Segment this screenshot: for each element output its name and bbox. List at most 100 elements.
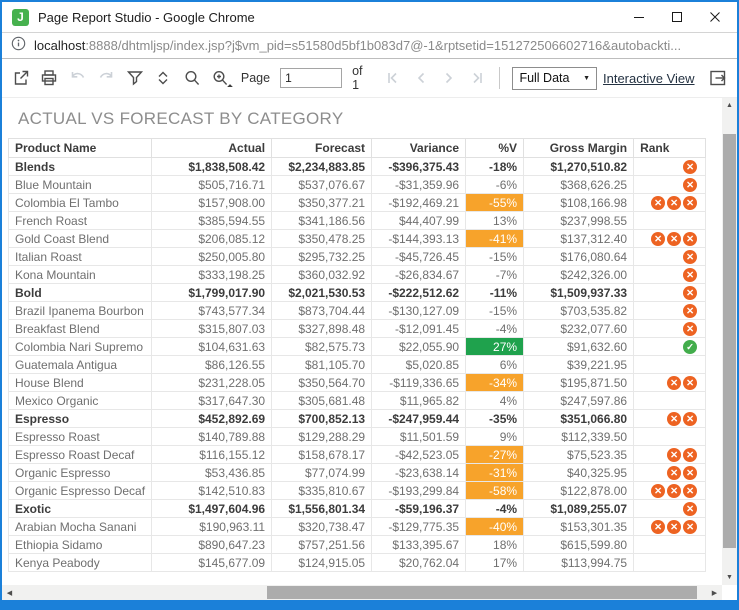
- cell-gross-margin: $113,994.75: [524, 554, 634, 572]
- rank-x-icon: ✕: [683, 304, 697, 318]
- scroll-left-arrow-icon[interactable]: ◀: [2, 585, 17, 600]
- cell-variance: -$144,393.13: [372, 230, 466, 248]
- table-row: Guatemala Antigua$86,126.55$81,105.70$5,…: [9, 356, 706, 374]
- close-button[interactable]: [709, 11, 721, 23]
- last-page-button[interactable]: [465, 65, 490, 91]
- cell-pct-v: -6%: [466, 176, 524, 194]
- url-text[interactable]: localhost:8888/dhtmljsp/index.jsp?j$vm_p…: [34, 38, 681, 53]
- report-title: ACTUAL VS FORECAST BY CATEGORY: [18, 109, 737, 129]
- cell-variance: -$192,469.21: [372, 194, 466, 212]
- page-number-input[interactable]: [280, 68, 342, 88]
- scroll-right-arrow-icon[interactable]: ▶: [707, 585, 722, 600]
- cell-product-name: Espresso Roast: [9, 428, 152, 446]
- column-header-variance[interactable]: Variance: [372, 139, 466, 158]
- table-row: Colombia El Tambo$157,908.00$350,377.21-…: [9, 194, 706, 212]
- cell-gross-margin: $40,325.95: [524, 464, 634, 482]
- undo-button[interactable]: [65, 65, 90, 91]
- cell-forecast: $757,251.56: [272, 536, 372, 554]
- column-header-actual[interactable]: Actual: [152, 139, 272, 158]
- rank-x-icon: ✕: [683, 286, 697, 300]
- cell-rank: ✕✕✕: [634, 518, 706, 536]
- cell-forecast: $158,678.17: [272, 446, 372, 464]
- cell-forecast: $350,564.70: [272, 374, 372, 392]
- cell-forecast: $537,076.67: [272, 176, 372, 194]
- cell-rank: ✕: [634, 266, 706, 284]
- zoom-button[interactable]: [207, 65, 232, 91]
- view-mode-select[interactable]: Full Data ▼: [512, 67, 597, 90]
- info-icon[interactable]: [11, 36, 26, 56]
- category-row: Blends$1,838,508.42$2,234,883.85-$396,37…: [9, 158, 706, 176]
- cell-actual: $452,892.69: [152, 410, 272, 428]
- cell-variance: -$396,375.43: [372, 158, 466, 176]
- cell-variance: -$129,775.35: [372, 518, 466, 536]
- redo-button[interactable]: [93, 65, 118, 91]
- cell-gross-margin: $351,066.80: [524, 410, 634, 428]
- window-bottom-border: [2, 600, 737, 608]
- cell-rank: ✕✕: [634, 374, 706, 392]
- cell-actual: $315,807.03: [152, 320, 272, 338]
- cell-variance: -$26,834.67: [372, 266, 466, 284]
- cell-actual: $190,963.11: [152, 518, 272, 536]
- column-header-product-name[interactable]: Product Name: [9, 139, 152, 158]
- column-header-pct-v[interactable]: %V: [466, 139, 524, 158]
- cell-product-name: Guatemala Antigua: [9, 356, 152, 374]
- cell-gross-margin: $703,535.82: [524, 302, 634, 320]
- horizontal-scrollbar[interactable]: ◀ ▶: [2, 585, 722, 600]
- zoom-dropdown-caret: [227, 84, 233, 90]
- cell-forecast: $1,556,801.34: [272, 500, 372, 518]
- report-toolbar: Page of 1 Full Data ▼ Interactive View: [2, 59, 737, 98]
- cell-product-name: Brazil Ipanema Bourbon: [9, 302, 152, 320]
- jreport-logo-icon: J: [12, 9, 29, 26]
- cell-rank: [634, 356, 706, 374]
- cell-product-name: Organic Espresso: [9, 464, 152, 482]
- cell-actual: $1,799,017.90: [152, 284, 272, 302]
- print-button[interactable]: [36, 65, 61, 91]
- column-header-forecast[interactable]: Forecast: [272, 139, 372, 158]
- table-row: Organic Espresso Decaf$142,510.83$335,81…: [9, 482, 706, 500]
- export-button[interactable]: [8, 65, 33, 91]
- address-bar[interactable]: localhost:8888/dhtmljsp/index.jsp?j$vm_p…: [2, 32, 737, 59]
- cell-product-name: Gold Coast Blend: [9, 230, 152, 248]
- cell-actual: $104,631.63: [152, 338, 272, 356]
- scroll-down-arrow-icon[interactable]: ▼: [722, 570, 737, 585]
- cell-actual: $250,005.80: [152, 248, 272, 266]
- rank-x-icon: ✕: [683, 448, 697, 462]
- cell-pct-v: -15%: [466, 248, 524, 266]
- first-page-button[interactable]: [380, 65, 405, 91]
- cell-actual: $53,436.85: [152, 464, 272, 482]
- sort-button[interactable]: [150, 65, 175, 91]
- cell-forecast: $873,704.44: [272, 302, 372, 320]
- cell-actual: $1,838,508.42: [152, 158, 272, 176]
- cell-product-name: Mexico Organic: [9, 392, 152, 410]
- table-row: Ethiopia Sidamo$890,647.23$757,251.56$13…: [9, 536, 706, 554]
- cell-pct-v: 27%: [466, 338, 524, 356]
- cell-product-name: Breakfast Blend: [9, 320, 152, 338]
- cell-forecast: $305,681.48: [272, 392, 372, 410]
- report-content: ACTUAL VS FORECAST BY CATEGORY Product N…: [2, 98, 737, 600]
- cell-actual: $157,908.00: [152, 194, 272, 212]
- cell-gross-margin: $91,632.60: [524, 338, 634, 356]
- column-header-rank[interactable]: Rank: [634, 139, 706, 158]
- next-page-button[interactable]: [436, 65, 461, 91]
- cell-product-name: Espresso Roast Decaf: [9, 446, 152, 464]
- interactive-view-link[interactable]: Interactive View: [603, 71, 695, 86]
- vertical-scrollbar[interactable]: ▲ ▼: [722, 98, 737, 585]
- table-row: Mexico Organic$317,647.30$305,681.48$11,…: [9, 392, 706, 410]
- cell-variance: $11,965.82: [372, 392, 466, 410]
- cell-rank: ✕✕✕: [634, 194, 706, 212]
- filter-button[interactable]: [122, 65, 147, 91]
- vertical-scrollbar-thumb[interactable]: [723, 134, 736, 548]
- horizontal-scrollbar-thumb[interactable]: [267, 586, 697, 599]
- previous-page-button[interactable]: [408, 65, 433, 91]
- cell-rank: [634, 392, 706, 410]
- cell-rank: [634, 428, 706, 446]
- toc-panel-toggle-button[interactable]: [706, 65, 731, 91]
- rank-x-icon: ✕: [651, 484, 665, 498]
- column-header-gross-margin[interactable]: Gross Margin: [524, 139, 634, 158]
- minimize-button[interactable]: [633, 11, 645, 23]
- cell-gross-margin: $232,077.60: [524, 320, 634, 338]
- scroll-up-arrow-icon[interactable]: ▲: [722, 98, 737, 113]
- search-button[interactable]: [179, 65, 204, 91]
- cell-rank: ✕: [634, 176, 706, 194]
- maximize-button[interactable]: [671, 11, 683, 23]
